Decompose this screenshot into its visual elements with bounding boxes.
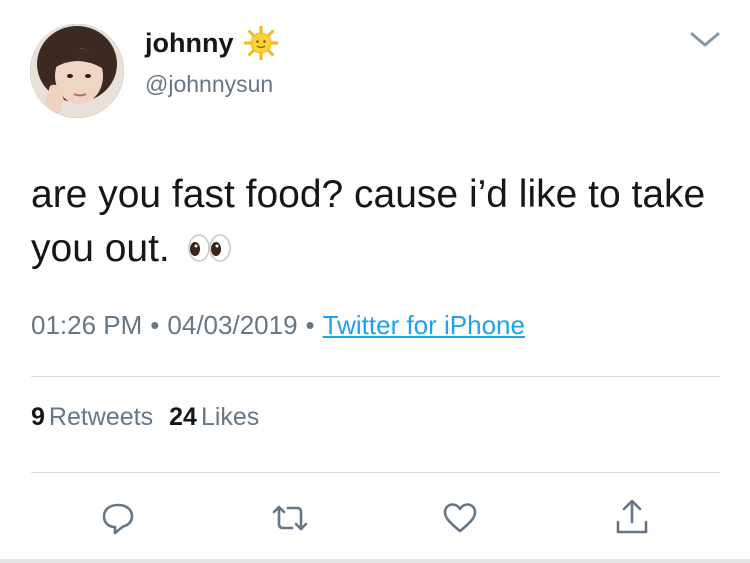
tweet-stats: 9 Retweets 24 Likes <box>31 398 259 436</box>
chevron-down-icon[interactable] <box>688 25 722 53</box>
share-icon[interactable] <box>610 496 654 540</box>
likes-label[interactable]: Likes <box>201 403 259 431</box>
likes-count[interactable]: 24 <box>169 403 197 431</box>
like-icon[interactable] <box>438 496 482 540</box>
eyes-emoji <box>187 224 233 262</box>
tweet-date: 04/03/2019 <box>167 310 298 340</box>
display-name[interactable]: johnny <box>145 25 278 61</box>
divider <box>31 376 720 377</box>
reply-icon[interactable] <box>96 496 140 540</box>
tweet-meta: 01:26 PM • 04/03/2019 • Twitter for iPhone <box>31 305 525 345</box>
divider <box>31 472 720 473</box>
separator-dot: • <box>305 310 315 340</box>
sun-with-face-emoji <box>243 25 278 61</box>
avatar[interactable] <box>30 24 124 118</box>
retweet-icon[interactable] <box>268 496 312 540</box>
tweet-text-content: are you fast food? cause i’d like to tak… <box>31 173 706 270</box>
tweet-source-link[interactable]: Twitter for iPhone <box>323 310 525 340</box>
tweet-card: johnny @johnnysun are you fast food? cau… <box>0 0 750 563</box>
retweets-label[interactable]: Retweets <box>49 403 153 431</box>
tweet-text: are you fast food? cause i’d like to tak… <box>31 168 721 276</box>
user-handle[interactable]: @johnnysun <box>145 70 273 98</box>
display-name-text: johnny <box>145 28 234 58</box>
tweet-time: 01:26 PM <box>31 310 143 340</box>
retweets-count[interactable]: 9 <box>31 403 45 431</box>
bottom-divider <box>0 559 750 563</box>
separator-dot: • <box>150 310 160 340</box>
